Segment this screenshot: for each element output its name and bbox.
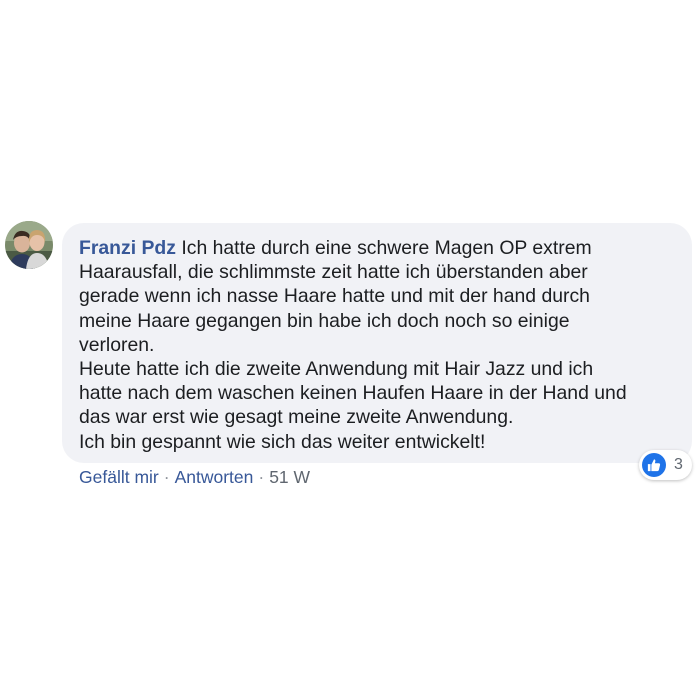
comment-line: Franzi Pdz Ich hatte durch eine schwere …: [79, 236, 678, 260]
comment-line: gerade wenn ich nasse Haare hatte und mi…: [79, 285, 590, 308]
like-icon: [642, 453, 666, 477]
comment-line: Heute hatte ich die zweite Anwendung mit…: [79, 358, 594, 381]
comment-line: meine Haare gegangen bin habe ich doch n…: [79, 309, 570, 332]
like-link[interactable]: Gefällt mir: [79, 467, 159, 487]
avatar[interactable]: [5, 221, 53, 269]
timestamp[interactable]: 51 W: [269, 467, 310, 487]
author-name[interactable]: Franzi Pdz: [79, 237, 176, 259]
comment: Franzi Pdz Ich hatte durch eine schwere …: [0, 0, 700, 700]
comment-text: Ich hatte durch eine schwere Magen OP ex…: [181, 237, 592, 259]
comment-body: Franzi Pdz Ich hatte durch eine schwere …: [79, 236, 678, 454]
comment-line: das war erst wie gesagt meine zweite Anw…: [79, 406, 514, 429]
reactions-badge[interactable]: 3: [639, 450, 692, 480]
reply-link[interactable]: Antworten: [175, 467, 254, 487]
comment-line: Ich bin gespannt wie sich das weiter ent…: [79, 430, 486, 453]
comment-bubble: Franzi Pdz Ich hatte durch eine schwere …: [62, 223, 692, 463]
avatar-photo: [5, 221, 53, 269]
separator-dot: ·: [258, 467, 265, 487]
comment-actions: Gefällt mir · Antworten · 51 W: [79, 466, 310, 488]
separator-dot: ·: [163, 467, 170, 487]
reaction-count: 3: [674, 456, 683, 473]
comment-line: hatte nach dem waschen keinen Haufen Haa…: [79, 382, 627, 405]
comment-line: Haarausfall, die schlimmste zeit hatte i…: [79, 261, 588, 284]
comment-line: verloren.: [79, 333, 155, 356]
thumbs-up-icon: [647, 459, 661, 472]
